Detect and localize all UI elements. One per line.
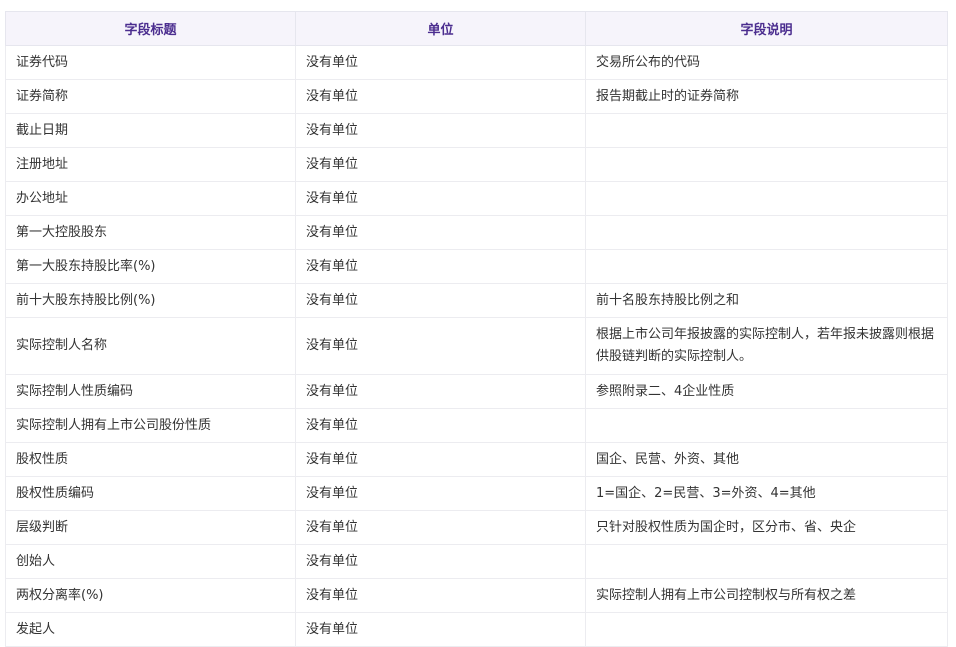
table-row: 实际控制人拥有上市公司股份性质 没有单位 — [5, 408, 948, 443]
unit-cell: 没有单位 — [295, 79, 586, 114]
field-title-cell: 创始人 — [5, 544, 296, 579]
unit-cell: 没有单位 — [295, 374, 586, 409]
description-cell — [585, 408, 948, 443]
field-title-cell: 实际控制人拥有上市公司股份性质 — [5, 408, 296, 443]
description-cell — [585, 544, 948, 579]
description-cell — [585, 113, 948, 148]
field-title-cell: 证券简称 — [5, 79, 296, 114]
description-cell — [585, 249, 948, 284]
table-row: 层级判断 没有单位 只针对股权性质为国企时，区分市、省、央企 — [5, 510, 948, 545]
table-row: 创始人 没有单位 — [5, 544, 948, 579]
field-title-cell: 层级判断 — [5, 510, 296, 545]
description-cell: 前十名股东持股比例之和 — [585, 283, 948, 318]
description-cell — [585, 181, 948, 216]
field-title-cell: 办公地址 — [5, 181, 296, 216]
table-row: 办公地址 没有单位 — [5, 181, 948, 216]
table-row: 证券简称 没有单位 报告期截止时的证券简称 — [5, 79, 948, 114]
table-row: 股权性质编码 没有单位 1=国企、2=民营、3=外资、4=其他 — [5, 476, 948, 511]
table-row: 两权分离率(%) 没有单位 实际控制人拥有上市公司控制权与所有权之差 — [5, 578, 948, 613]
field-table-container: 字段标题 单位 字段说明 证券代码 没有单位 交易所公布的代码 证券简称 没有单… — [5, 11, 948, 647]
description-cell: 交易所公布的代码 — [585, 45, 948, 80]
field-title-cell: 第一大控股股东 — [5, 215, 296, 250]
description-cell: 实际控制人拥有上市公司控制权与所有权之差 — [585, 578, 948, 613]
unit-cell: 没有单位 — [295, 442, 586, 477]
description-cell: 报告期截止时的证券简称 — [585, 79, 948, 114]
table-row: 证券代码 没有单位 交易所公布的代码 — [5, 45, 948, 80]
table-row: 发起人 没有单位 — [5, 612, 948, 647]
table-header-row: 字段标题 单位 字段说明 — [5, 11, 948, 46]
unit-cell: 没有单位 — [295, 147, 586, 182]
table-row: 注册地址 没有单位 — [5, 147, 948, 182]
field-title-cell: 股权性质 — [5, 442, 296, 477]
field-title-cell: 截止日期 — [5, 113, 296, 148]
unit-cell: 没有单位 — [295, 45, 586, 80]
table-row: 实际控制人名称 没有单位 根据上市公司年报披露的实际控制人，若年报未披露则根据供… — [5, 317, 948, 375]
table-row: 股权性质 没有单位 国企、民营、外资、其他 — [5, 442, 948, 477]
unit-cell: 没有单位 — [295, 283, 586, 318]
unit-cell: 没有单位 — [295, 408, 586, 443]
field-title-cell: 证券代码 — [5, 45, 296, 80]
unit-cell: 没有单位 — [295, 476, 586, 511]
description-cell: 国企、民营、外资、其他 — [585, 442, 948, 477]
table-row: 第一大控股股东 没有单位 — [5, 215, 948, 250]
table-row: 前十大股东持股比例(%) 没有单位 前十名股东持股比例之和 — [5, 283, 948, 318]
header-field-title: 字段标题 — [5, 11, 296, 46]
field-title-cell: 两权分离率(%) — [5, 578, 296, 613]
unit-cell: 没有单位 — [295, 578, 586, 613]
header-field-description: 字段说明 — [585, 11, 948, 46]
description-cell — [585, 147, 948, 182]
table-row: 实际控制人性质编码 没有单位 参照附录二、4企业性质 — [5, 374, 948, 409]
field-title-cell: 注册地址 — [5, 147, 296, 182]
field-title-cell: 发起人 — [5, 612, 296, 647]
description-cell: 根据上市公司年报披露的实际控制人，若年报未披露则根据供股链判断的实际控制人。 — [585, 317, 948, 375]
table-row: 截止日期 没有单位 — [5, 113, 948, 148]
field-title-cell: 前十大股东持股比例(%) — [5, 283, 296, 318]
description-cell — [585, 215, 948, 250]
field-title-cell: 第一大股东持股比率(%) — [5, 249, 296, 284]
table-row: 第一大股东持股比率(%) 没有单位 — [5, 249, 948, 284]
unit-cell: 没有单位 — [295, 317, 586, 375]
field-table: 字段标题 单位 字段说明 证券代码 没有单位 交易所公布的代码 证券简称 没有单… — [5, 11, 948, 647]
field-title-cell: 实际控制人性质编码 — [5, 374, 296, 409]
unit-cell: 没有单位 — [295, 510, 586, 545]
unit-cell: 没有单位 — [295, 113, 586, 148]
description-cell: 参照附录二、4企业性质 — [585, 374, 948, 409]
field-title-cell: 股权性质编码 — [5, 476, 296, 511]
unit-cell: 没有单位 — [295, 181, 586, 216]
unit-cell: 没有单位 — [295, 544, 586, 579]
field-title-cell: 实际控制人名称 — [5, 317, 296, 375]
description-cell: 1=国企、2=民营、3=外资、4=其他 — [585, 476, 948, 511]
description-cell — [585, 612, 948, 647]
unit-cell: 没有单位 — [295, 612, 586, 647]
unit-cell: 没有单位 — [295, 215, 586, 250]
header-unit: 单位 — [295, 11, 586, 46]
unit-cell: 没有单位 — [295, 249, 586, 284]
description-cell: 只针对股权性质为国企时，区分市、省、央企 — [585, 510, 948, 545]
